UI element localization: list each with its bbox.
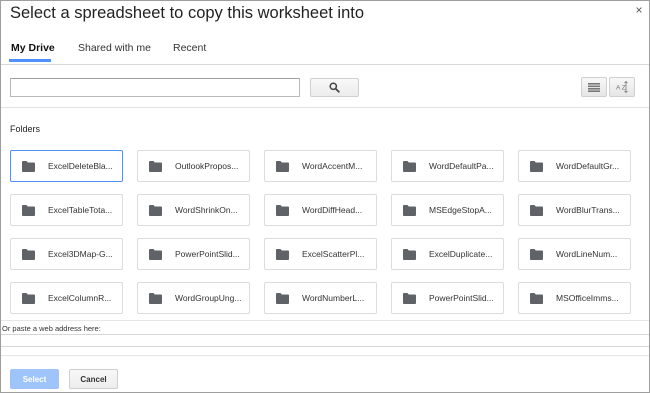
folder-icon: [403, 160, 416, 172]
folder-name: ExcelScatterPl...: [302, 249, 365, 259]
paste-address-input[interactable]: [1, 334, 649, 347]
folder-icon: [530, 204, 543, 216]
folder-name: OutlookPropos...: [175, 161, 239, 171]
active-tab-indicator: [9, 59, 51, 62]
sort-az-text: A Z: [616, 85, 626, 92]
folder-icon: [149, 292, 162, 304]
folder-name: WordBlurTrans...: [556, 205, 620, 215]
toolbar-divider: [1, 107, 649, 108]
folder-name: WordDiffHead...: [302, 205, 363, 215]
folder-name: WordAccentM...: [302, 161, 363, 171]
folder-name: PowerPointSlid...: [175, 249, 240, 259]
folder-item[interactable]: MSEdgeStopA...: [391, 194, 504, 226]
folder-item[interactable]: PowerPointSlid...: [391, 282, 504, 314]
copy-worksheet-dialog: Select a spreadsheet to copy this worksh…: [0, 0, 650, 393]
list-view-button[interactable]: [581, 77, 607, 97]
folder-name: ExcelDuplicate...: [429, 249, 493, 259]
folder-name: WordShrinkOn...: [175, 205, 238, 215]
folder-icon: [149, 248, 162, 260]
folder-item[interactable]: ExcelDuplicate...: [391, 238, 504, 270]
folder-item[interactable]: ExcelColumnR...: [10, 282, 123, 314]
folder-icon: [276, 204, 289, 216]
folder-icon: [530, 160, 543, 172]
folder-item[interactable]: ExcelDeleteBla...: [10, 150, 123, 182]
folder-icon: [403, 248, 416, 260]
folder-item[interactable]: MSOfficeImms...: [518, 282, 631, 314]
folder-item[interactable]: PowerPointSlid...: [137, 238, 250, 270]
folder-icon: [149, 160, 162, 172]
folder-item[interactable]: ExcelTableTota...: [10, 194, 123, 226]
close-icon[interactable]: ×: [634, 4, 644, 16]
folder-icon: [276, 248, 289, 260]
dialog-title: Select a spreadsheet to copy this worksh…: [10, 4, 365, 22]
sort-button[interactable]: A Z: [609, 77, 635, 97]
folder-item[interactable]: WordDefaultGr...: [518, 150, 631, 182]
folder-item[interactable]: WordAccentM...: [264, 150, 377, 182]
folder-item[interactable]: OutlookPropos...: [137, 150, 250, 182]
folder-item[interactable]: WordNumberL...: [264, 282, 377, 314]
folder-name: WordDefaultGr...: [556, 161, 620, 171]
folder-name: ExcelColumnR...: [48, 293, 112, 303]
folder-name: WordNumberL...: [302, 293, 365, 303]
folder-icon: [530, 248, 543, 260]
folder-item[interactable]: ExcelScatterPl...: [264, 238, 377, 270]
folder-icon: [22, 160, 35, 172]
search-input[interactable]: [10, 78, 300, 97]
folder-name: PowerPointSlid...: [429, 293, 494, 303]
paste-divider: [1, 320, 649, 321]
folder-item[interactable]: WordGroupUng...: [137, 282, 250, 314]
folder-name: ExcelTableTota...: [48, 205, 113, 215]
folder-item[interactable]: Excel3DMap-G...: [10, 238, 123, 270]
folder-name: WordDefaultPa...: [429, 161, 494, 171]
folder-name: WordGroupUng...: [175, 293, 242, 303]
folder-item[interactable]: WordLineNum...: [518, 238, 631, 270]
folder-name: MSOfficeImms...: [556, 293, 619, 303]
folder-icon: [403, 292, 416, 304]
folder-item[interactable]: WordDefaultPa...: [391, 150, 504, 182]
folder-icon: [149, 204, 162, 216]
tabs-divider: [1, 64, 649, 65]
folder-icon: [22, 292, 35, 304]
folder-item[interactable]: WordShrinkOn...: [137, 194, 250, 226]
sort-az-icon: A Z: [616, 80, 628, 94]
folder-item[interactable]: WordDiffHead...: [264, 194, 377, 226]
folder-icon: [22, 248, 35, 260]
paste-address-label: Or paste a web address here:: [2, 324, 101, 333]
cancel-button[interactable]: Cancel: [69, 369, 118, 389]
folder-icon: [530, 292, 543, 304]
folder-icon: [276, 292, 289, 304]
folder-name: MSEdgeStopA...: [429, 205, 492, 215]
search-button[interactable]: [310, 78, 359, 97]
select-button[interactable]: Select: [10, 369, 59, 389]
folder-name: Excel3DMap-G...: [48, 249, 113, 259]
folders-heading: Folders: [10, 124, 41, 134]
folder-icon: [22, 204, 35, 216]
search-icon: [329, 82, 340, 93]
folder-icon: [276, 160, 289, 172]
folder-name: ExcelDeleteBla...: [48, 161, 113, 171]
folder-icon: [403, 204, 416, 216]
folder-name: WordLineNum...: [556, 249, 618, 259]
folder-item[interactable]: WordBlurTrans...: [518, 194, 631, 226]
list-view-icon: [588, 82, 600, 92]
footer-divider: [1, 355, 649, 356]
